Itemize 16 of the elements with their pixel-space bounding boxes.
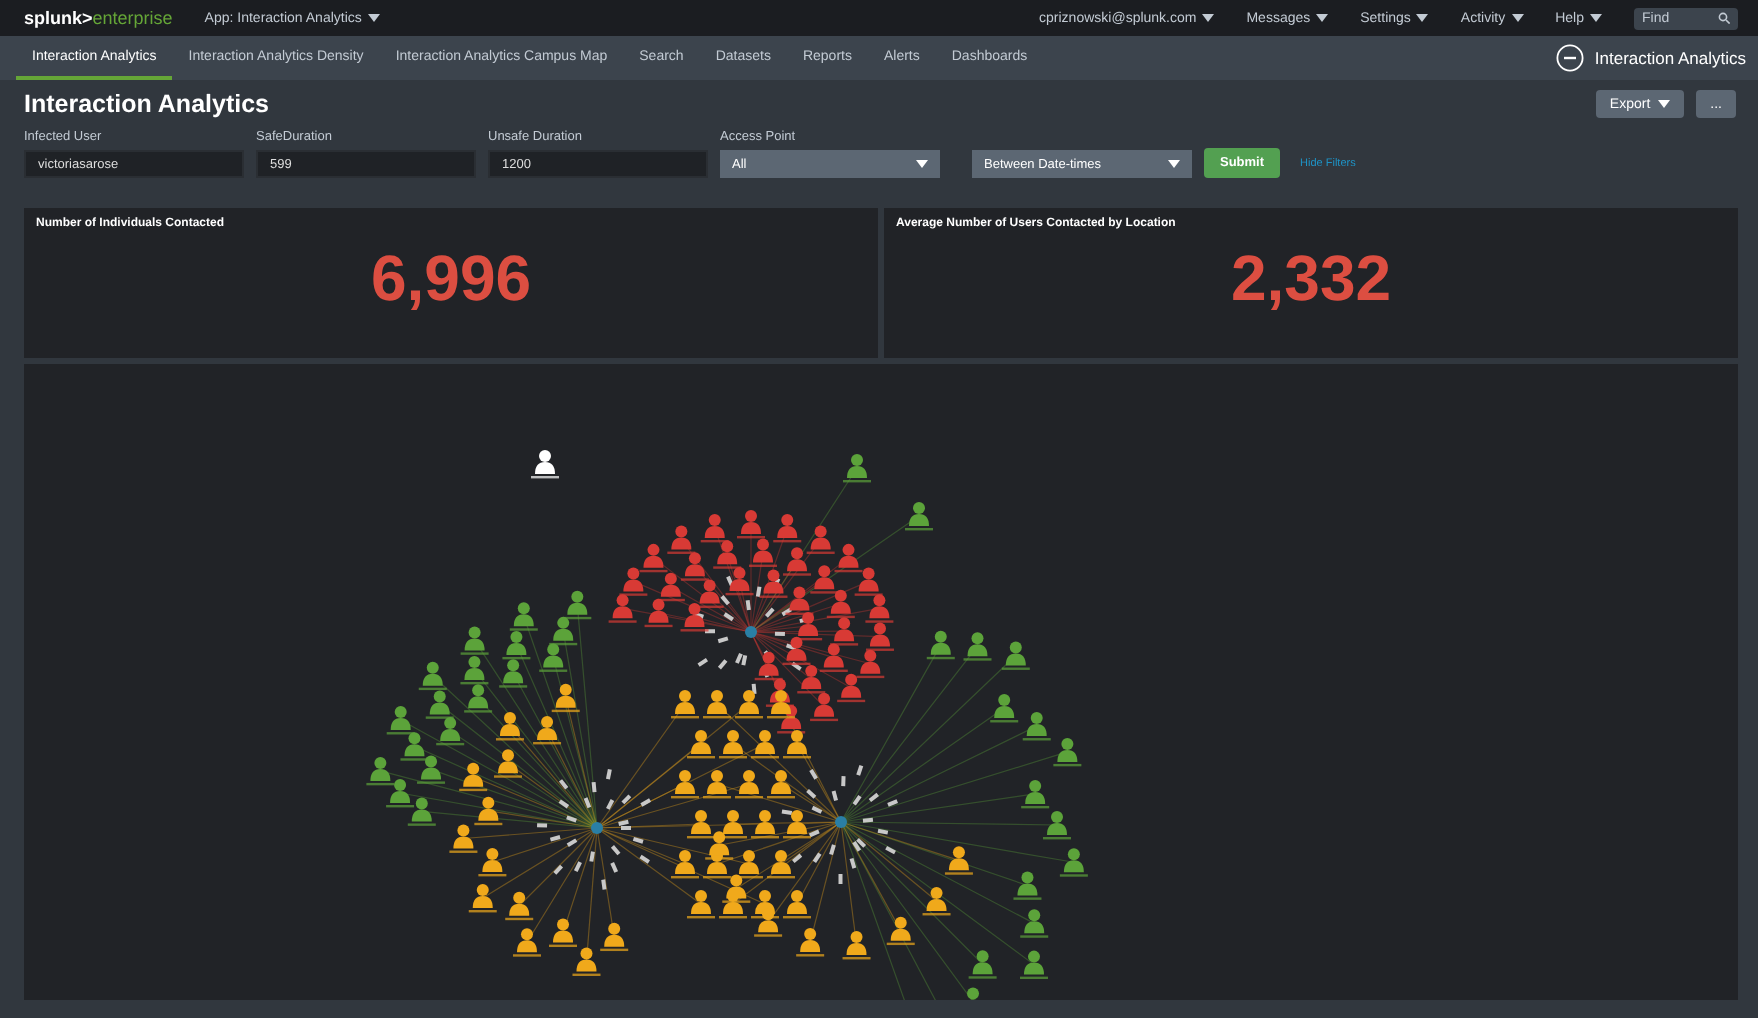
- caret-icon: [1416, 14, 1429, 22]
- caret-icon: [1202, 14, 1215, 22]
- caret-icon: [367, 14, 380, 22]
- single-value: 2,332: [1230, 242, 1392, 316]
- caret-icon: [1316, 14, 1329, 22]
- caret-icon: [1658, 100, 1671, 108]
- single-value: 6,996: [370, 242, 532, 316]
- app-title: Interaction Analytics: [1594, 48, 1746, 68]
- caret-icon: [1511, 14, 1524, 22]
- app-icon: [1556, 44, 1585, 72]
- caret-icon: [1168, 160, 1180, 168]
- dashboard-title: Interaction Analytics: [24, 90, 269, 118]
- splunk-logo[interactable]: splunk>enterprise: [24, 8, 173, 28]
- search-icon: [1718, 12, 1730, 24]
- caret-icon: [1590, 14, 1602, 22]
- caret-icon: [916, 160, 928, 168]
